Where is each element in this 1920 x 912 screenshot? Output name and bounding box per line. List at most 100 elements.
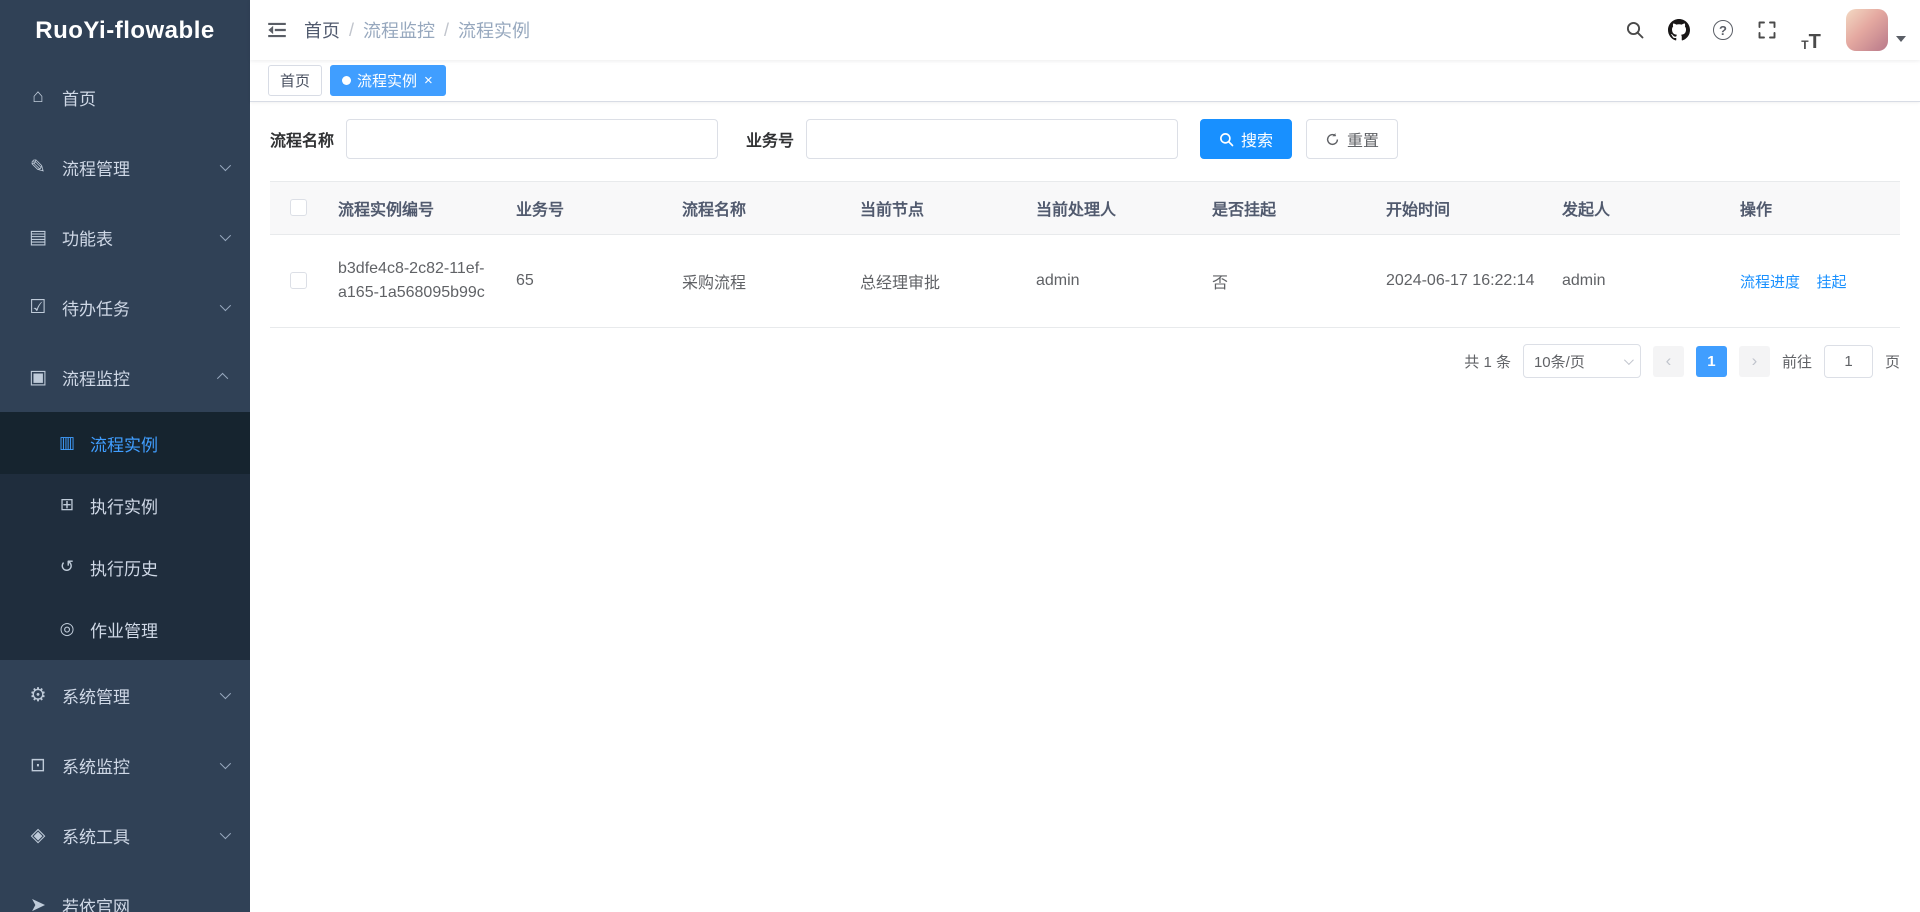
process-instance-icon: ▥ xyxy=(56,433,78,453)
page-number-1[interactable]: 1 xyxy=(1696,346,1727,377)
sidebar-item-job-management[interactable]: ◎ 作业管理 xyxy=(0,598,250,660)
refresh-icon xyxy=(1325,132,1340,147)
row-checkbox[interactable] xyxy=(290,272,307,289)
search-button[interactable]: 搜索 xyxy=(1200,119,1292,159)
job-management-icon: ◎ xyxy=(56,619,78,639)
sidebar-toggle-icon[interactable] xyxy=(250,0,304,60)
avatar xyxy=(1846,9,1888,51)
function-table-icon: ▤ xyxy=(26,226,50,249)
search-icon[interactable] xyxy=(1618,8,1652,52)
page-content: 流程名称 业务号 搜索 重置 xyxy=(250,102,1920,912)
reset-button-label: 重置 xyxy=(1347,127,1379,151)
col-header-instance-id: 流程实例编号 xyxy=(326,182,504,235)
cell-start-time: 2024-06-17 16:22:14 xyxy=(1374,235,1550,328)
hamburger-icon-svg xyxy=(266,20,288,40)
fullscreen-icon[interactable] xyxy=(1750,8,1784,52)
page-unit-label: 页 xyxy=(1885,351,1900,372)
sidebar-item-label: 系统监控 xyxy=(62,753,130,778)
chevron-down-icon xyxy=(220,758,231,769)
sidebar-item-label: 作业管理 xyxy=(90,617,158,642)
col-header-initiator: 发起人 xyxy=(1550,182,1728,235)
col-header-actions: 操作 xyxy=(1728,182,1900,235)
font-size-big-glyph: T xyxy=(1809,32,1821,52)
sidebar-item-label: 待办任务 xyxy=(62,295,130,320)
cell-current-node: 总经理审批 xyxy=(848,235,1024,328)
sidebar-item-execution-instance[interactable]: ⊞ 执行实例 xyxy=(0,474,250,536)
sidebar-item-label: 系统管理 xyxy=(62,683,130,708)
search-button-icon xyxy=(1219,132,1234,147)
sidebar-item-execution-history[interactable]: ↺ 执行历史 xyxy=(0,536,250,598)
sidebar-item-system-tools[interactable]: ◈ 系统工具 xyxy=(0,800,250,870)
sidebar-item-todo-tasks[interactable]: ☑ 待办任务 xyxy=(0,272,250,342)
process-management-icon: ✎ xyxy=(26,156,50,179)
font-size-icon[interactable]: T T xyxy=(1794,8,1828,52)
font-size-small-glyph: T xyxy=(1801,38,1808,52)
sidebar-item-process-management[interactable]: ✎ 流程管理 xyxy=(0,132,250,202)
tag-process-instance[interactable]: 流程实例 × xyxy=(330,65,446,96)
cell-business-no: 65 xyxy=(504,235,670,328)
caret-down-icon xyxy=(1896,36,1906,42)
prev-page-button[interactable]: ‹ xyxy=(1653,346,1684,377)
app-logo: RuoYi-flowable xyxy=(0,0,250,62)
breadcrumb: 首页 / 流程监控 / 流程实例 xyxy=(304,17,530,43)
sidebar-item-process-monitor[interactable]: ▣ 流程监控 xyxy=(0,342,250,412)
sidebar-item-process-instance[interactable]: ▥ 流程实例 xyxy=(0,412,250,474)
tag-label: 流程实例 xyxy=(357,70,417,91)
business-no-input[interactable] xyxy=(806,119,1178,159)
chevron-down-icon xyxy=(220,230,231,241)
github-icon[interactable] xyxy=(1662,8,1696,52)
process-monitor-submenu: ▥ 流程实例 ⊞ 执行实例 ↺ 执行历史 ◎ 作业管理 xyxy=(0,412,250,660)
user-avatar-menu[interactable] xyxy=(1846,9,1906,51)
breadcrumb-home[interactable]: 首页 xyxy=(304,17,340,43)
navbar-right-tools: ? T T xyxy=(1618,8,1906,52)
cell-actions: 流程进度 挂起 xyxy=(1728,235,1900,328)
execution-history-icon: ↺ xyxy=(56,557,78,577)
guide-icon: ➤ xyxy=(26,894,50,912)
next-page-button[interactable]: › xyxy=(1739,346,1770,377)
process-monitor-icon: ▣ xyxy=(26,366,50,389)
select-all-checkbox[interactable] xyxy=(290,199,307,216)
sidebar-item-system-monitor[interactable]: ⊡ 系统监控 xyxy=(0,730,250,800)
pagination-total: 共 1 条 xyxy=(1464,351,1511,372)
tag-label: 首页 xyxy=(280,70,310,91)
sidebar-item-label: 执行实例 xyxy=(90,493,158,518)
tags-view: 首页 流程实例 × xyxy=(250,60,1920,102)
chevron-up-icon xyxy=(217,373,228,384)
process-progress-link[interactable]: 流程进度 xyxy=(1740,274,1800,291)
sidebar-menu: ⌂ 首页 ✎ 流程管理 ▤ 功能表 ☑ 待办任务 ▣ 流程监控 xyxy=(0,62,250,912)
process-name-input[interactable] xyxy=(346,119,718,159)
suspend-link[interactable]: 挂起 xyxy=(1816,274,1846,291)
sidebar-item-official-site[interactable]: ➤ 若依官网 xyxy=(0,870,250,912)
col-header-process-name: 流程名称 xyxy=(670,182,848,235)
execution-instance-icon: ⊞ xyxy=(56,495,78,515)
home-icon: ⌂ xyxy=(26,86,50,108)
pagination: 共 1 条 10条/页 ‹ 1 › 前往 页 xyxy=(270,344,1900,378)
page-size-select[interactable]: 10条/页 xyxy=(1523,344,1641,378)
reset-button[interactable]: 重置 xyxy=(1306,119,1398,159)
sidebar-item-function-table[interactable]: ▤ 功能表 xyxy=(0,202,250,272)
col-header-current-handler: 当前处理人 xyxy=(1024,182,1200,235)
app-root: RuoYi-flowable ⌂ 首页 ✎ 流程管理 ▤ 功能表 ☑ 待办任务 xyxy=(0,0,1920,912)
sidebar-item-label: 首页 xyxy=(62,85,96,110)
process-name-label: 流程名称 xyxy=(270,127,334,151)
help-icon[interactable]: ? xyxy=(1706,8,1740,52)
sidebar-item-system-management[interactable]: ⚙ 系统管理 xyxy=(0,660,250,730)
tools-icon: ◈ xyxy=(26,824,50,847)
chevron-down-icon xyxy=(220,300,231,311)
close-icon[interactable]: × xyxy=(423,73,434,88)
chevron-down-icon xyxy=(220,828,231,839)
table-row: b3dfe4c8-2c82-11ef-a165-1a568095b99c 65 … xyxy=(270,235,1900,328)
table-header-row: 流程实例编号 业务号 流程名称 当前节点 当前处理人 是否挂起 开始时间 发起人… xyxy=(270,182,1900,235)
tag-home[interactable]: 首页 xyxy=(268,65,322,96)
chevron-down-icon xyxy=(1624,355,1634,365)
top-navbar: 首页 / 流程监控 / 流程实例 xyxy=(250,0,1920,60)
sidebar-item-label: 流程管理 xyxy=(62,155,130,180)
sidebar-item-home[interactable]: ⌂ 首页 xyxy=(0,62,250,132)
sidebar-item-label: 若依官网 xyxy=(62,893,130,912)
col-header-business-no: 业务号 xyxy=(504,182,670,235)
chevron-down-icon xyxy=(220,688,231,699)
goto-page-input[interactable] xyxy=(1824,345,1873,378)
breadcrumb-separator: / xyxy=(349,20,354,41)
chevron-down-icon xyxy=(220,160,231,171)
page-size-value: 10条/页 xyxy=(1534,351,1585,372)
